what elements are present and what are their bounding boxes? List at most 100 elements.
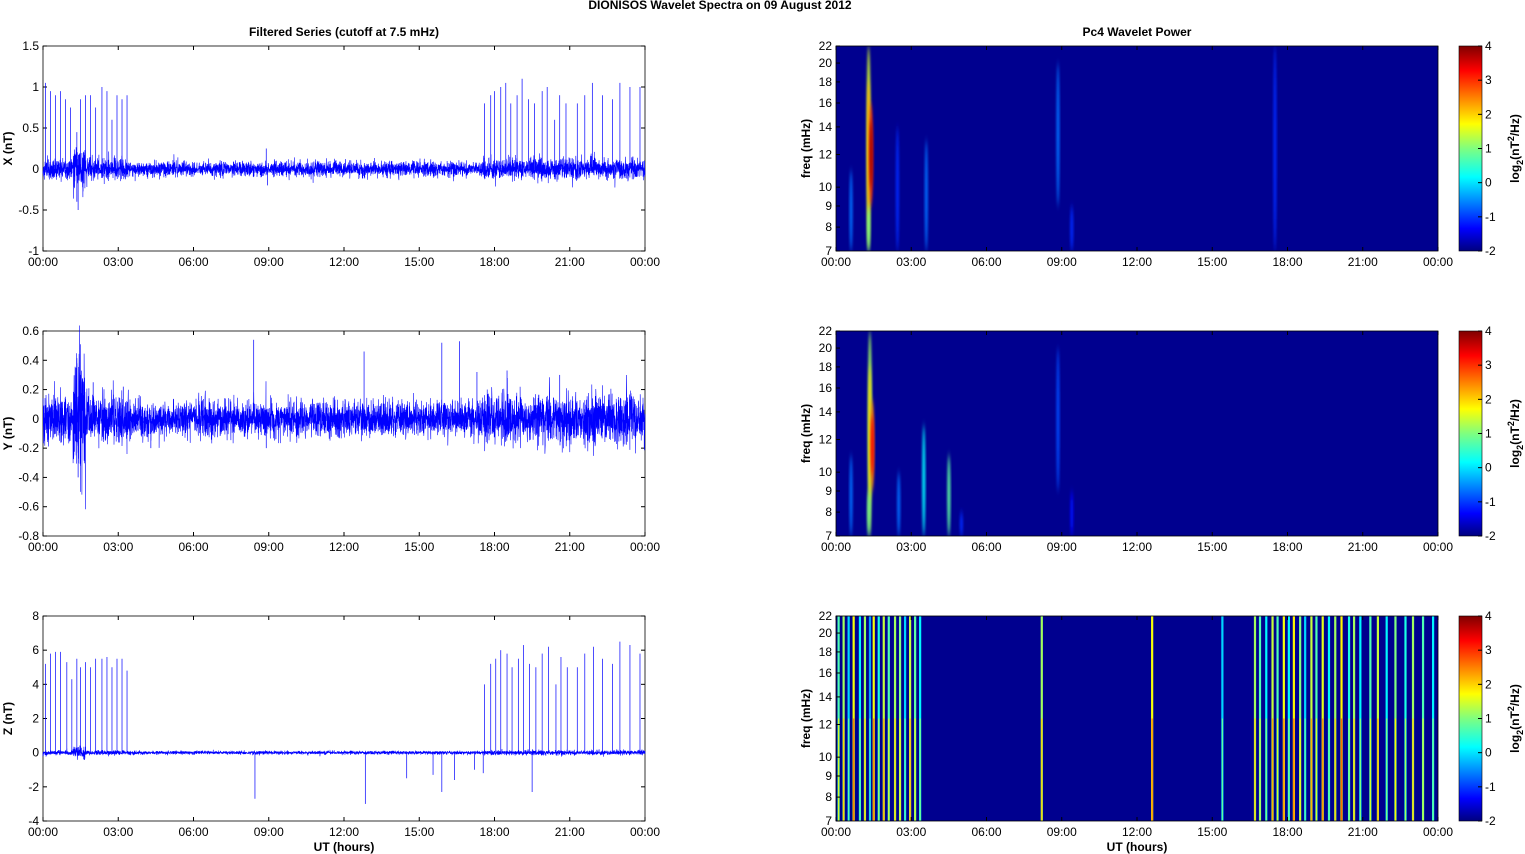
wavelet-burst <box>867 206 871 251</box>
left-column-title: Filtered Series (cutoff at 7.5 mHz) <box>249 25 439 39</box>
series-panel-Z: -4-20246800:00 03:00 06:00 09:00 12:00 15:00 1… <box>1 609 660 839</box>
spectrum-xtick-label: 12:00 <box>1122 540 1152 554</box>
wavelet-burst <box>849 170 853 251</box>
wavelet-line-core <box>894 718 896 821</box>
freq-tick-label: 10 <box>819 180 833 194</box>
freq-tick-label: 8 <box>825 220 832 234</box>
spectrum-xtick-label: 03:00 <box>896 540 926 554</box>
ytick-label: 1.5 <box>22 39 39 53</box>
freq-axis-label: freq (mHz) <box>799 119 813 178</box>
series-xtick-label: 03:00 <box>103 825 133 839</box>
y-axis-label-Y: Y (nT) <box>1 417 15 451</box>
series-xtick-label: 15:00 <box>404 825 434 839</box>
wavelet-burst <box>1056 348 1060 492</box>
freq-axis-label: freq (mHz) <box>799 404 813 463</box>
wavelet-line-core <box>848 718 850 821</box>
series-xtick-label: 18:00 <box>479 825 509 839</box>
colorbar-tick-label: 2 <box>1485 107 1492 121</box>
freq-tick-label: 8 <box>825 505 832 519</box>
freq-tick-label: 12 <box>819 148 833 162</box>
wavelet-line-core <box>1151 718 1153 821</box>
freq-tick-label: 8 <box>825 790 832 804</box>
wavelet-line-core <box>1221 718 1223 821</box>
spectrum-xtick-label: 06:00 <box>971 540 1001 554</box>
right-column-title: Pc4 Wavelet Power <box>1083 25 1192 39</box>
wavelet-line-core <box>1041 718 1043 821</box>
wavelet-burst <box>897 472 901 536</box>
spectrum-xtick-label: 00:00 <box>821 825 851 839</box>
colorbar-tick-label: 1 <box>1485 427 1492 441</box>
wavelet-burst <box>849 455 853 536</box>
freq-tick-label: 12 <box>819 718 833 732</box>
ytick-label: 0.4 <box>22 353 39 367</box>
freq-tick-label: 18 <box>819 360 833 374</box>
series-xtick-label: 09:00 <box>254 540 284 554</box>
spectrum-xtick-label: 21:00 <box>1348 255 1378 269</box>
ytick-label: 0.2 <box>22 383 39 397</box>
figure-title: DIONISOS Wavelet Spectra on 09 August 20… <box>588 0 852 12</box>
wavelet-burst <box>947 455 951 536</box>
freq-tick-label: 20 <box>819 56 833 70</box>
wavelet-line-core <box>904 718 906 821</box>
colorbar-tick-label: 3 <box>1485 73 1492 87</box>
colorbar-tick-label: 4 <box>1485 39 1492 53</box>
series-xtick-label: 00:00 <box>630 255 660 269</box>
spectrum-xtick-label: 00:00 <box>821 255 851 269</box>
spectrogram-background-Y <box>836 331 1438 536</box>
wavelet-line-core <box>909 718 911 821</box>
freq-tick-label: 18 <box>819 75 833 89</box>
colorbar-tick-label: 4 <box>1485 324 1492 338</box>
colorbar-tick-label: 1 <box>1485 142 1492 156</box>
wavelet-burst <box>959 512 963 536</box>
ytick-label: -0.6 <box>18 500 39 514</box>
freq-tick-label: 12 <box>819 433 833 447</box>
spectrum-xtick-label: 09:00 <box>1047 255 1077 269</box>
spectrum-xtick-label: 12:00 <box>1122 255 1152 269</box>
series-xtick-label: 12:00 <box>329 255 359 269</box>
series-xtick-label: 21:00 <box>555 255 585 269</box>
wavelet-line-core <box>1315 718 1318 821</box>
colorbar-tick-label: -1 <box>1485 210 1496 224</box>
figure-canvas: DIONISOS Wavelet Spectra on 09 August 20… <box>1 0 1525 854</box>
wavelet-line-core <box>1353 718 1355 821</box>
ytick-label: 0 <box>32 162 39 176</box>
wavelet-line-core <box>1377 718 1379 821</box>
ytick-label: -0.4 <box>18 470 39 484</box>
wavelet-line-core <box>1404 718 1407 821</box>
spectrum-xtick-label: 21:00 <box>1348 825 1378 839</box>
series-panel-Y: -0.8-0.6-0.4-0.200.20.40.600:00 03:00 06:0… <box>1 324 660 554</box>
wavelet-line-core <box>1283 718 1285 821</box>
y-axis-label-Z: Z (nT) <box>1 702 15 735</box>
spectrum-xtick-label: 06:00 <box>971 825 1001 839</box>
wavelet-line-core <box>843 718 845 821</box>
series-xtick-label: 06:00 <box>178 540 208 554</box>
series-xtick-label: 21:00 <box>555 825 585 839</box>
spectrum-panel-X: 7891012141618202200:00 03:00 06:00 09:00 12:… <box>799 39 1525 269</box>
colorbar-tick-label: 2 <box>1485 677 1492 691</box>
freq-tick-label: 9 <box>825 484 832 498</box>
x-axis-label-left: UT (hours) <box>314 840 375 854</box>
freq-tick-label: 9 <box>825 199 832 213</box>
spectrum-xtick-label: 18:00 <box>1272 540 1302 554</box>
freq-tick-label: 16 <box>819 96 833 110</box>
freq-tick-label: 10 <box>819 465 833 479</box>
spectrogram-background-Z <box>836 616 1438 821</box>
freq-tick-label: 16 <box>819 666 833 680</box>
series-xtick-label: 00:00 <box>28 540 58 554</box>
wavelet-line-core <box>1369 718 1371 821</box>
wavelet-line-core <box>1334 718 1336 821</box>
series-xtick-label: 00:00 <box>630 825 660 839</box>
ytick-label: 0 <box>32 412 39 426</box>
colorbar-label: log2(nT2/Hz) <box>1506 114 1525 183</box>
wavelet-line-core <box>888 718 890 821</box>
series-xtick-label: 00:00 <box>630 540 660 554</box>
colorbar-label: log2(nT2/Hz) <box>1506 399 1525 468</box>
freq-tick-label: 14 <box>819 120 833 134</box>
colorbar-tick-label: 4 <box>1485 609 1492 623</box>
ytick-label: 8 <box>32 609 39 623</box>
ytick-label: 6 <box>32 643 39 657</box>
wavelet-burst <box>1070 491 1074 536</box>
wavelet-line-core <box>1265 718 1267 821</box>
wavelet-line-core <box>1386 718 1388 821</box>
spectrum-xtick-label: 18:00 <box>1272 825 1302 839</box>
